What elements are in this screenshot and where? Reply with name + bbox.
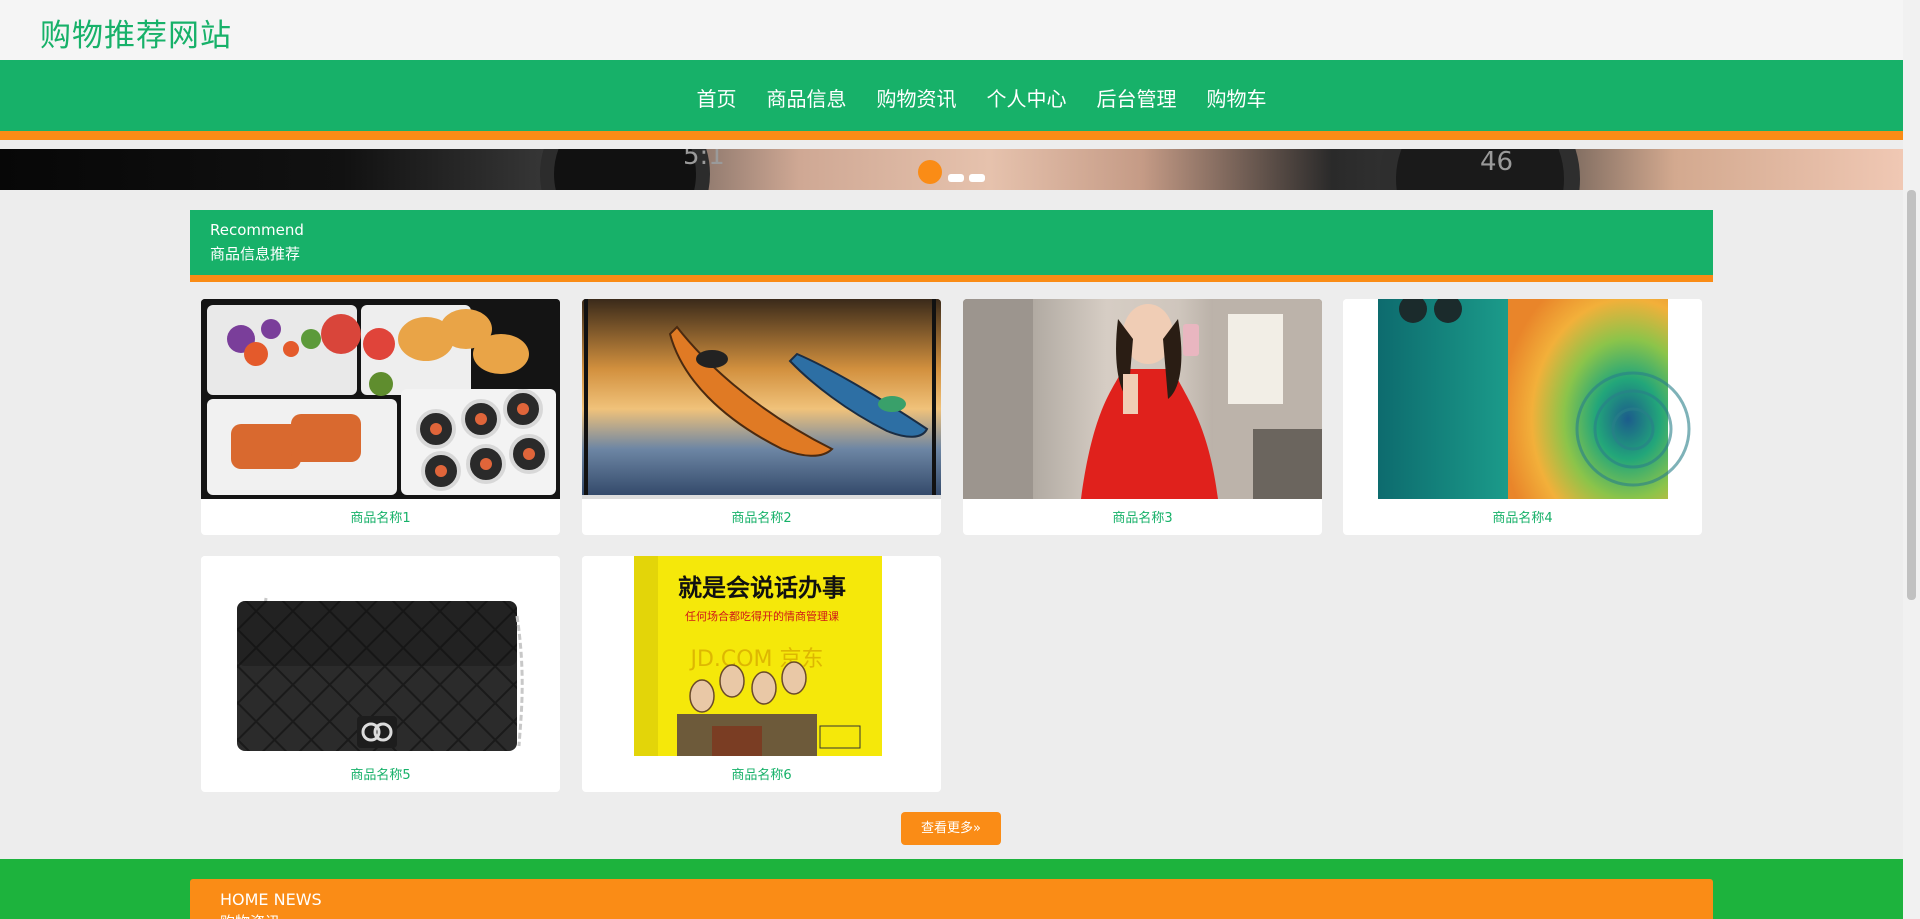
banner-watch-text: 5:1 <box>683 149 725 171</box>
recommend-title-cn: 商品信息推荐 <box>210 245 301 263</box>
site-title[interactable]: 购物推荐网站 <box>40 10 232 55</box>
product-name[interactable]: 商品名称5 <box>201 764 560 783</box>
product-name[interactable]: 商品名称3 <box>963 507 1322 526</box>
recommend-header: Recommend 商品信息推荐 <box>190 210 1713 282</box>
product-image-kayak[interactable] <box>582 299 941 499</box>
news-title-cn: 购物资讯 <box>220 911 280 919</box>
product-card[interactable]: 商品名称4 <box>1343 299 1702 535</box>
recommend-title-en: Recommend <box>210 221 304 239</box>
news-title-en: HOME NEWS <box>220 890 322 909</box>
page-scrollbar[interactable] <box>1903 0 1920 919</box>
product-card[interactable]: 商品名称3 <box>963 299 1322 535</box>
news-header: HOME NEWS 购物资讯 <box>190 879 1713 919</box>
site-header: 购物推荐网站 <box>0 0 1903 60</box>
view-more-button[interactable]: 查看更多» <box>901 812 1001 845</box>
product-image-phone[interactable] <box>1343 299 1702 499</box>
product-image-bento[interactable] <box>201 299 560 499</box>
product-image-dress[interactable] <box>963 299 1322 499</box>
product-card[interactable]: 就是会说话办事 任何场合都吃得开的情商管理课 JD.COM 京东 商品名称6 <box>582 556 941 792</box>
product-name[interactable]: 商品名称4 <box>1343 507 1702 526</box>
carousel-dot-active[interactable] <box>918 160 942 184</box>
nav-item-products[interactable]: 商品信息 <box>767 83 847 112</box>
banner-carousel[interactable]: 5:1 46 <box>0 149 1903 190</box>
nav-item-cart[interactable]: 购物车 <box>1207 83 1267 112</box>
scrollbar-thumb[interactable] <box>1907 190 1916 600</box>
nav-item-news[interactable]: 购物资讯 <box>877 83 957 112</box>
product-name[interactable]: 商品名称1 <box>201 507 560 526</box>
product-card[interactable]: 商品名称2 <box>582 299 941 535</box>
book-subtitle: 任何场合都吃得开的情商管理课 <box>685 609 839 623</box>
product-card[interactable]: 商品名称1 <box>201 299 560 535</box>
banner-watch-text: 46 <box>1480 149 1514 177</box>
product-name[interactable]: 商品名称6 <box>582 764 941 783</box>
nav-item-home[interactable]: 首页 <box>697 83 737 112</box>
nav-item-admin[interactable]: 后台管理 <box>1097 83 1177 112</box>
book-title: 就是会说话办事 <box>678 574 846 602</box>
product-card[interactable]: 商品名称5 <box>201 556 560 792</box>
product-image-handbag[interactable] <box>201 556 560 756</box>
nav-item-profile[interactable]: 个人中心 <box>987 83 1067 112</box>
carousel-dot[interactable] <box>969 174 985 182</box>
carousel-dot[interactable] <box>948 174 964 182</box>
main-nav: 首页 商品信息 购物资讯 个人中心 后台管理 购物车 <box>0 60 1903 140</box>
product-name[interactable]: 商品名称2 <box>582 507 941 526</box>
product-image-book[interactable]: 就是会说话办事 任何场合都吃得开的情商管理课 JD.COM 京东 <box>582 556 941 756</box>
